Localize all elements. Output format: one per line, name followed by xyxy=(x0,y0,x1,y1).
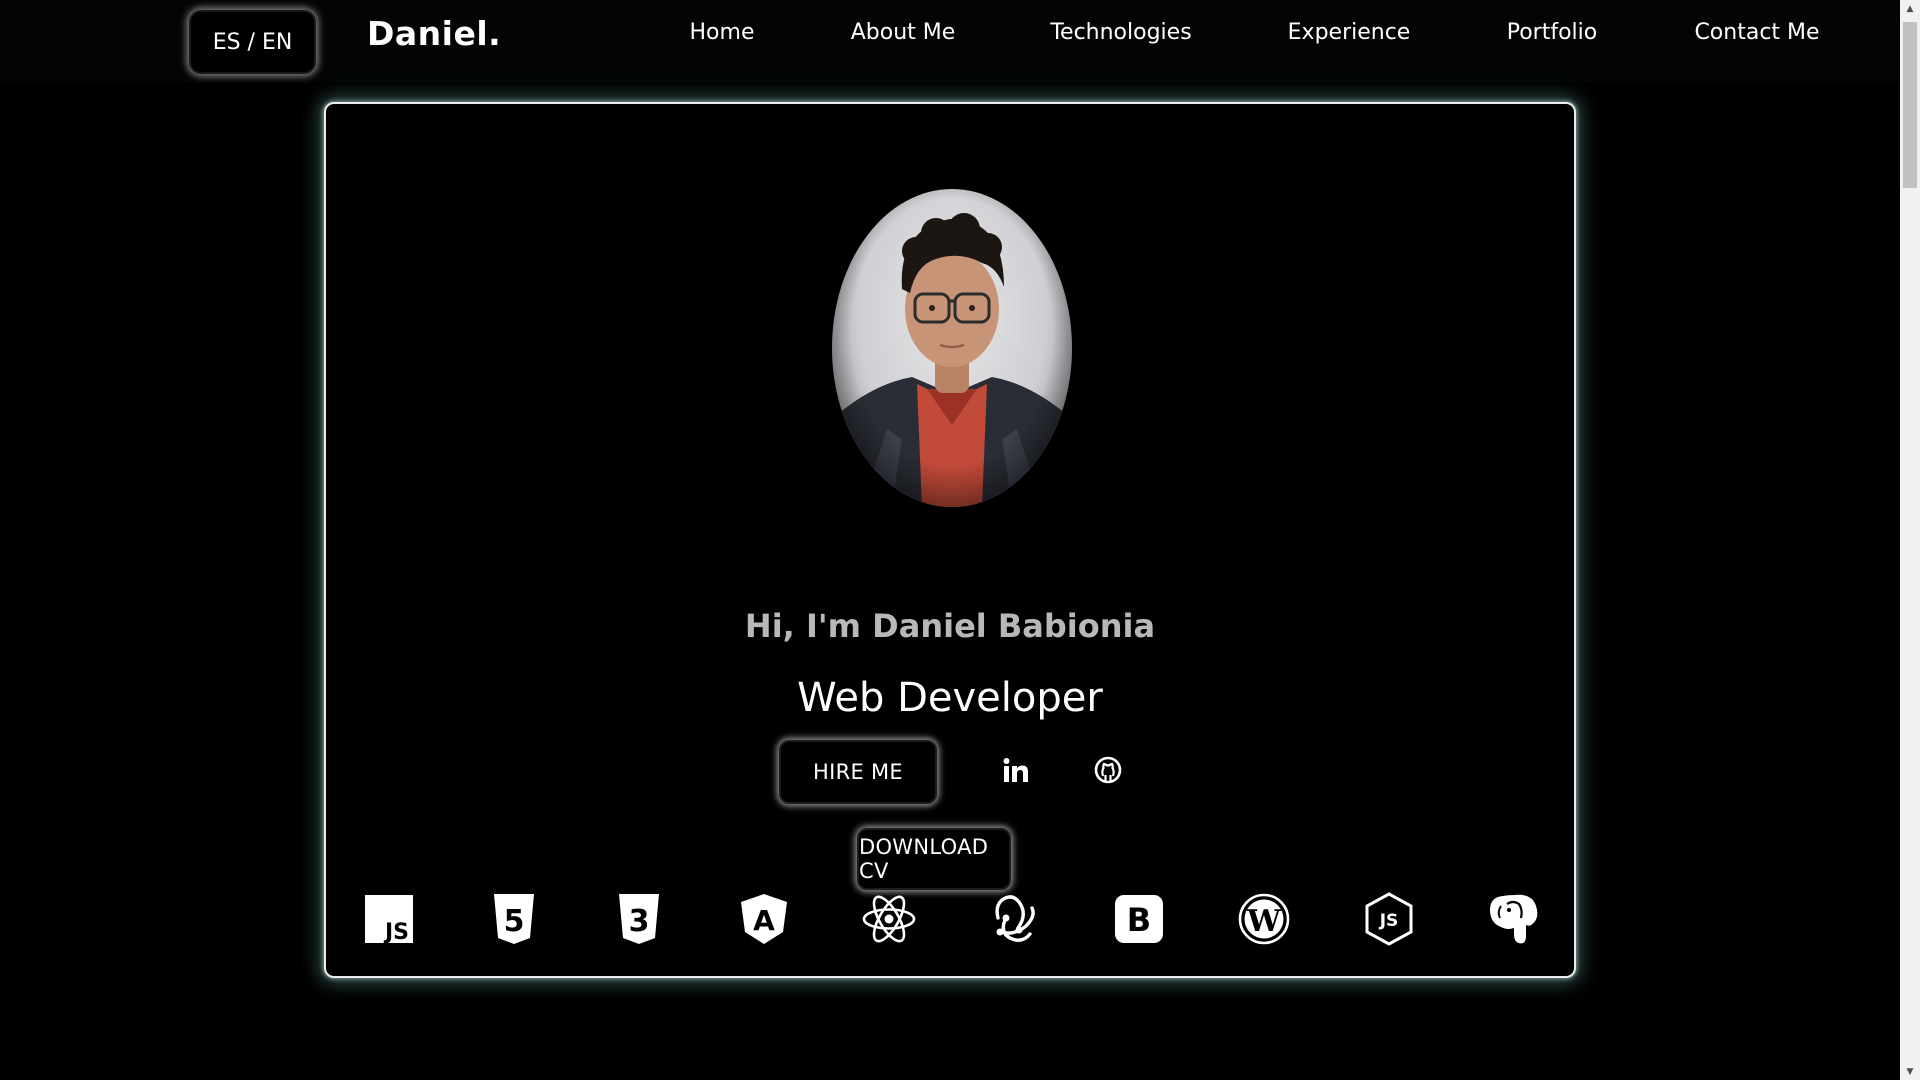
scroll-down-arrow-icon[interactable]: ▼ xyxy=(1900,1063,1920,1080)
wordpress-icon-text: W xyxy=(1246,904,1282,939)
nav-link-portfolio[interactable]: Portfolio xyxy=(1507,20,1598,45)
angular-icon-text: A xyxy=(753,904,775,937)
postgresql-icon xyxy=(1487,892,1541,946)
javascript-icon: JS xyxy=(362,892,416,946)
profile-photo xyxy=(832,189,1072,507)
page-scrollbar[interactable]: ▲ ▼ xyxy=(1900,0,1920,1080)
react-icon xyxy=(862,892,916,946)
css3-icon-text: 3 xyxy=(629,904,650,939)
scroll-up-arrow-icon[interactable]: ▲ xyxy=(1900,0,1920,17)
hero-greeting: Hi, I'm Daniel Babionia xyxy=(744,607,1156,645)
nodejs-icon: JS xyxy=(1362,892,1416,946)
technology-icons-row: JS 5 3 A B W JS xyxy=(326,892,1574,952)
redux-icon xyxy=(987,892,1041,946)
html5-icon-text: 5 xyxy=(504,904,525,939)
download-cv-button[interactable]: DOWNLOAD CV xyxy=(857,828,1011,890)
bootstrap-icon-text: B xyxy=(1127,901,1151,939)
nodejs-icon-text: JS xyxy=(1379,911,1399,931)
html5-icon: 5 xyxy=(487,892,541,946)
nav-link-contact-me[interactable]: Contact Me xyxy=(1694,20,1819,45)
hero-role: Web Developer xyxy=(797,675,1103,721)
github-icon[interactable] xyxy=(1090,752,1126,788)
angular-icon: A xyxy=(737,892,791,946)
nav-links: Home About Me Technologies Experience Po… xyxy=(0,20,1900,50)
nav-link-technologies[interactable]: Technologies xyxy=(1050,20,1191,45)
nav-link-about-me[interactable]: About Me xyxy=(851,20,956,45)
scroll-thumb[interactable] xyxy=(1903,22,1917,188)
bootstrap-icon: B xyxy=(1112,892,1166,946)
top-navbar: ES / EN Daniel. Home About Me Technologi… xyxy=(0,0,1900,82)
wordpress-icon: W xyxy=(1237,892,1291,946)
css3-icon: 3 xyxy=(612,892,666,946)
nav-link-experience[interactable]: Experience xyxy=(1288,20,1411,45)
hire-me-button[interactable]: HIRE ME xyxy=(779,740,937,804)
hero-card: Hi, I'm Daniel Babionia Web Developer HI… xyxy=(324,102,1576,978)
linkedin-icon[interactable] xyxy=(998,752,1034,788)
nav-link-home[interactable]: Home xyxy=(690,20,755,45)
javascript-icon-text: JS xyxy=(383,920,409,943)
